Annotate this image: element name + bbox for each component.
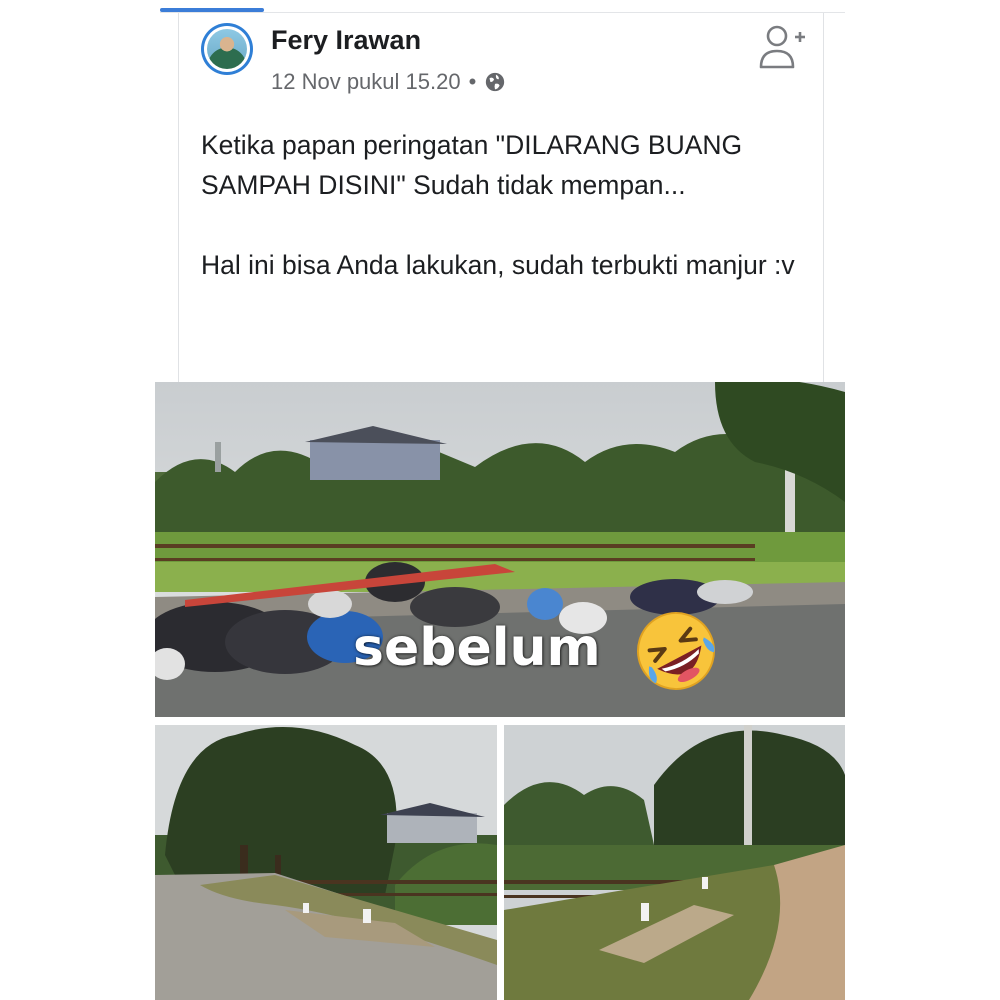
post-text: Ketika papan peringatan "DILARANG BUANG … [201,125,801,285]
post-photo-after-1[interactable] [155,725,497,1000]
after-scene-2 [504,725,845,1000]
post-text-line-2: Hal ini bisa Anda lakukan, sudah terbukt… [201,250,795,280]
rolling-on-floor-laughing-emoji [637,612,715,690]
post-photo-before[interactable]: sebelum [155,382,845,717]
post-timestamp[interactable]: 12 Nov pukul 15.20 [271,69,461,95]
photo-caption-before: sebelum [353,618,601,678]
meta-separator: • [468,69,477,94]
after-scene-1 [155,725,497,1000]
avatar[interactable] [201,23,253,75]
post-photo-after-2[interactable] [504,725,845,1000]
avatar-photo [207,29,247,69]
post-card: Fery Irawan 12 Nov pukul 15.20 • Ketika … [178,13,824,383]
add-friend-icon[interactable] [757,19,807,71]
globe-icon [486,72,505,92]
post-meta: 12 Nov pukul 15.20 • [271,69,506,95]
post-text-line-1: Ketika papan peringatan "DILARANG BUANG … [201,130,743,200]
post-author-name[interactable]: Fery Irawan [271,25,421,56]
